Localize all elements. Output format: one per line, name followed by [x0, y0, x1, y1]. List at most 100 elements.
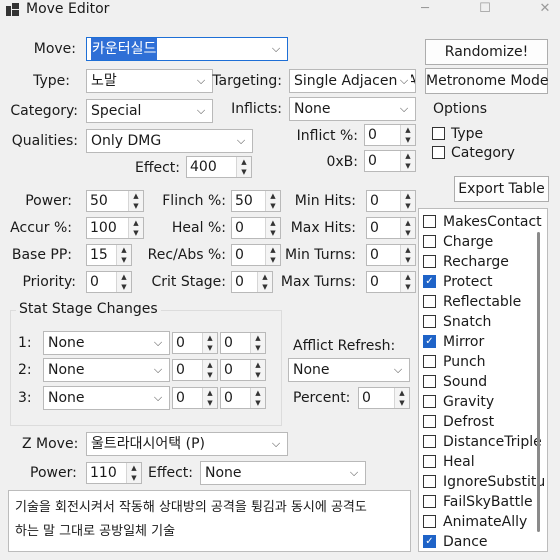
spin-down-icon[interactable]: ▼ [401, 201, 415, 211]
stat-row-1-stage-b[interactable]: 0 ▲ ▼ [220, 332, 266, 354]
spin-up-icon[interactable]: ▲ [203, 388, 217, 398]
randomize-button[interactable]: Randomize! [425, 39, 548, 65]
zmove-power-stepper[interactable]: 110 ▲ ▼ [86, 462, 142, 484]
afflict-refresh-select[interactable]: None ⌵ [288, 358, 410, 382]
flag-checkbox[interactable] [423, 415, 436, 428]
metronome-mode-button[interactable]: Metronome Mode [425, 68, 548, 94]
zmove-effect-select[interactable]: None ⌵ [200, 461, 366, 485]
recabs-stepper[interactable]: 0 ▲ ▼ [231, 244, 281, 266]
spin-up-icon[interactable]: ▲ [395, 388, 409, 398]
spin-down-icon[interactable]: ▼ [395, 398, 409, 408]
base-pp-stepper[interactable]: 15 ▲ ▼ [86, 244, 132, 266]
spin-down-icon[interactable]: ▼ [237, 167, 251, 177]
description-textarea[interactable]: 기술을 회전시켜서 작동해 상대방의 공격을 튕김과 동시에 공격도 하는 말 … [8, 490, 411, 552]
spin-down-icon[interactable]: ▼ [401, 228, 415, 238]
stat-row-3-stage-b[interactable]: 0 ▲ ▼ [220, 387, 266, 409]
flag-checkbox[interactable] [423, 495, 436, 508]
move-select[interactable]: 카운터실드 ⌵ [86, 37, 288, 61]
crit-stage-stepper[interactable]: 0 ▲ ▼ [231, 271, 273, 293]
max-turns-stepper[interactable]: 0 ▲ ▼ [366, 271, 416, 293]
spin-down-icon[interactable]: ▼ [127, 473, 141, 483]
spin-down-icon[interactable]: ▼ [117, 255, 131, 265]
flag-checkbox[interactable] [423, 295, 436, 308]
flag-checkbox[interactable] [423, 395, 436, 408]
flags-scrollbar-thumb[interactable] [537, 232, 540, 532]
flag-checkbox[interactable] [423, 475, 436, 488]
stat-row-3-stage-a[interactable]: 0 ▲ ▼ [172, 387, 218, 409]
spin-up-icon[interactable]: ▲ [401, 191, 415, 201]
flag-checkbox[interactable] [423, 435, 436, 448]
min-hits-stepper[interactable]: 0 ▲ ▼ [366, 190, 416, 212]
flag-checkbox[interactable] [423, 235, 436, 248]
spin-down-icon[interactable]: ▼ [401, 135, 415, 145]
spin-down-icon[interactable]: ▼ [117, 282, 131, 292]
inflicts-select[interactable]: None ⌵ [289, 97, 416, 121]
heal-stepper[interactable]: 0 ▲ ▼ [231, 217, 281, 239]
oxb-stepper[interactable]: 0 ▲ ▼ [364, 150, 416, 172]
spin-down-icon[interactable]: ▼ [251, 398, 265, 408]
option-type-checkbox[interactable] [432, 127, 445, 140]
close-icon[interactable]: ✕ [530, 0, 560, 20]
spin-up-icon[interactable]: ▲ [401, 245, 415, 255]
flag-checkbox[interactable]: ✓ [423, 275, 436, 288]
type-select[interactable]: 노말 ⌵ [86, 69, 213, 93]
spin-up-icon[interactable]: ▲ [401, 218, 415, 228]
spin-down-icon[interactable]: ▼ [251, 343, 265, 353]
spin-down-icon[interactable]: ▼ [251, 370, 265, 380]
effect-stepper[interactable]: 400 ▲ ▼ [186, 156, 252, 178]
stat-row-3-select[interactable]: None ⌵ [43, 386, 170, 410]
spin-down-icon[interactable]: ▼ [401, 161, 415, 171]
stat-row-2-stage-a[interactable]: 0 ▲ ▼ [172, 359, 218, 381]
stat-row-1-select[interactable]: None ⌵ [43, 331, 170, 355]
spin-up-icon[interactable]: ▲ [266, 191, 280, 201]
targeting-select[interactable]: Single Adjacent A ⌵ [289, 69, 416, 93]
spin-up-icon[interactable]: ▲ [401, 151, 415, 161]
min-turns-stepper[interactable]: 0 ▲ ▼ [366, 244, 416, 266]
flag-checkbox[interactable] [423, 355, 436, 368]
spin-up-icon[interactable]: ▲ [251, 360, 265, 370]
spin-down-icon[interactable]: ▼ [258, 282, 272, 292]
spin-down-icon[interactable]: ▼ [203, 398, 217, 408]
spin-up-icon[interactable]: ▲ [237, 157, 251, 167]
category-select[interactable]: Special ⌵ [86, 99, 213, 123]
stat-row-1-stage-a[interactable]: 0 ▲ ▼ [172, 332, 218, 354]
spin-up-icon[interactable]: ▲ [266, 218, 280, 228]
flag-checkbox[interactable] [423, 375, 436, 388]
flag-checkbox[interactable] [423, 255, 436, 268]
zmove-select[interactable]: 울트라대시어택 (P) ⌵ [86, 432, 288, 456]
spin-up-icon[interactable]: ▲ [251, 333, 265, 343]
maximize-icon[interactable]: ☐ [470, 0, 500, 20]
stat-row-2-select[interactable]: None ⌵ [43, 358, 170, 382]
spin-up-icon[interactable]: ▲ [117, 272, 131, 282]
export-table-button[interactable]: Export Table [454, 176, 549, 202]
spin-down-icon[interactable]: ▼ [203, 343, 217, 353]
max-hits-stepper[interactable]: 0 ▲ ▼ [366, 217, 416, 239]
qualities-select[interactable]: Only DMG ⌵ [86, 129, 253, 153]
flinch-stepper[interactable]: 50 ▲ ▼ [231, 190, 281, 212]
spin-up-icon[interactable]: ▲ [258, 272, 272, 282]
flag-checkbox[interactable]: ✓ [423, 335, 436, 348]
inflict-percent-stepper[interactable]: 0 ▲ ▼ [364, 124, 416, 146]
spin-down-icon[interactable]: ▼ [266, 201, 280, 211]
spin-up-icon[interactable]: ▲ [401, 125, 415, 135]
flag-checkbox[interactable]: ✓ [423, 535, 436, 548]
spin-up-icon[interactable]: ▲ [117, 245, 131, 255]
spin-up-icon[interactable]: ▲ [203, 360, 217, 370]
afflict-percent-stepper[interactable]: 0 ▲ ▼ [358, 387, 410, 409]
priority-stepper[interactable]: 0 ▲ ▼ [86, 271, 132, 293]
flags-listbox[interactable]: MakesContact Charge Recharge ✓ Protect Reflec… [418, 208, 548, 552]
accur-stepper[interactable]: 100 ▲ ▼ [86, 217, 144, 239]
spin-down-icon[interactable]: ▼ [401, 282, 415, 292]
spin-up-icon[interactable]: ▲ [401, 272, 415, 282]
spin-down-icon[interactable]: ▼ [203, 370, 217, 380]
minimize-icon[interactable]: ─ [410, 0, 440, 20]
power-stepper[interactable]: 50 ▲ ▼ [86, 190, 144, 212]
spin-down-icon[interactable]: ▼ [401, 255, 415, 265]
flag-checkbox[interactable] [423, 315, 436, 328]
option-category-checkbox[interactable] [432, 146, 445, 159]
spin-up-icon[interactable]: ▲ [203, 333, 217, 343]
spin-up-icon[interactable]: ▲ [251, 388, 265, 398]
stat-row-2-stage-b[interactable]: 0 ▲ ▼ [220, 359, 266, 381]
spin-up-icon[interactable]: ▲ [127, 463, 141, 473]
flag-checkbox[interactable] [423, 515, 436, 528]
